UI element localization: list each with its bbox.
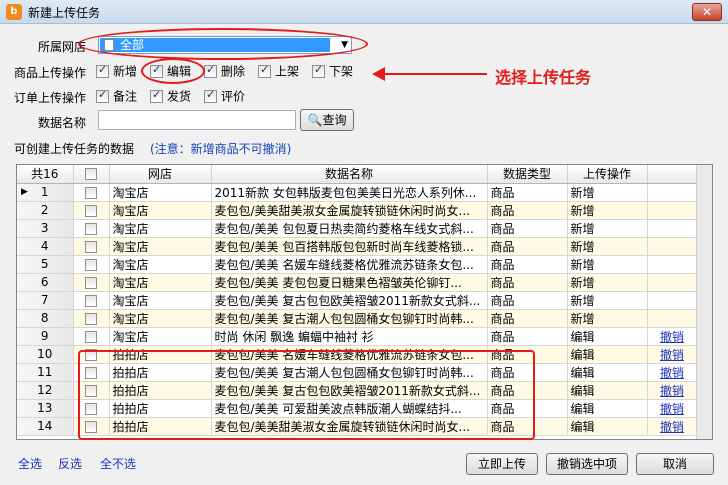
- table-row[interactable]: 2 淘宝店 麦包包/美美甜美淑女金属旋转锁链休闲时尚女... 商品 新增: [17, 201, 698, 220]
- checkbox-ship[interactable]: ✓ 发货: [150, 88, 191, 104]
- check-icon: ✓: [260, 63, 270, 76]
- query-button[interactable]: 🔍查询: [300, 109, 354, 131]
- revoke-link[interactable]: 撤销: [660, 330, 684, 344]
- check-icon: ✓: [314, 63, 324, 76]
- table-row[interactable]: ▶ 1 淘宝店 2011新款 女包韩版麦包包美美日光恋人系列休... 商品 新增: [17, 183, 698, 202]
- highlight-oval-store: [78, 28, 368, 60]
- revoke-link[interactable]: 撤销: [660, 402, 684, 416]
- row-checkbox[interactable]: [85, 330, 97, 343]
- table-row[interactable]: 9 淘宝店 时尚 休闲 飘逸 蝙蝠中袖衬 衫 商品 编辑 撤销: [17, 327, 698, 346]
- check-icon: ✓: [206, 88, 216, 101]
- current-row-icon: ▶: [21, 186, 28, 197]
- row-checkbox[interactable]: [85, 294, 97, 307]
- data-section-label: 可创建上传任务的数据: [14, 142, 135, 156]
- table-row[interactable]: 4 淘宝店 麦包包/美美 包百搭韩版包包新时尚车线菱格锁... 商品 新增: [17, 237, 698, 256]
- vertical-scrollbar[interactable]: [696, 165, 712, 439]
- search-icon: 🔍: [307, 113, 323, 127]
- select-none-link[interactable]: 全不选: [100, 455, 136, 472]
- cancel-button[interactable]: 取消: [636, 453, 714, 475]
- col-header-count: 共16: [17, 165, 74, 184]
- select-all-checkbox[interactable]: [85, 168, 97, 181]
- annotation-arrow-line: [383, 73, 487, 75]
- check-icon: ✓: [98, 63, 108, 76]
- order-ops-label: 订单上传操作: [14, 91, 87, 105]
- table-row[interactable]: 7 淘宝店 麦包包/美美 复古包包欧美褶皱2011新款女式斜... 商品 新增: [17, 291, 698, 310]
- col-header-upload-op[interactable]: 上传操作: [567, 165, 648, 184]
- check-icon: ✓: [98, 88, 108, 101]
- revoke-selected-button[interactable]: 撤销选中项: [546, 453, 628, 475]
- row-checkbox[interactable]: [85, 222, 97, 235]
- revoke-link[interactable]: 撤销: [660, 420, 684, 434]
- row-checkbox[interactable]: [85, 240, 97, 253]
- window-title: 新建上传任务: [28, 6, 101, 20]
- revoke-link[interactable]: 撤销: [660, 348, 684, 362]
- table-row[interactable]: 5 淘宝店 麦包包/美美 名媛车缝线菱格优雅流苏链条女包... 商品 新增: [17, 255, 698, 274]
- data-section-notice: (注意：新增商品不可撤消): [150, 142, 292, 156]
- data-name-input[interactable]: [98, 110, 296, 130]
- revoke-link[interactable]: 撤销: [660, 384, 684, 398]
- row-checkbox[interactable]: [85, 258, 97, 271]
- checkbox-add[interactable]: ✓ 新增: [96, 63, 137, 79]
- revoke-link[interactable]: 撤销: [660, 366, 684, 380]
- highlight-oval-edit: [141, 58, 205, 84]
- highlight-rect-paipai-rows: [78, 350, 535, 440]
- row-checkbox[interactable]: [85, 186, 97, 199]
- col-header-select[interactable]: [73, 165, 110, 184]
- checkbox-remark[interactable]: ✓ 备注: [96, 88, 137, 104]
- select-all-link[interactable]: 全选: [18, 455, 42, 472]
- row-checkbox[interactable]: [85, 276, 97, 289]
- invert-selection-link[interactable]: 反选: [58, 455, 82, 472]
- checkbox-list[interactable]: ✓ 上架: [258, 63, 299, 79]
- title-bar: b 新建上传任务 ✕: [0, 0, 728, 24]
- close-button[interactable]: ✕: [692, 3, 722, 21]
- col-header-data-name[interactable]: 数据名称: [211, 165, 488, 184]
- checkbox-delist[interactable]: ✓ 下架: [312, 63, 353, 79]
- row-checkbox[interactable]: [85, 312, 97, 325]
- table-row[interactable]: 3 淘宝店 麦包包/美美 包包夏日热卖简约菱格车线女式斜... 商品 新增: [17, 219, 698, 238]
- table-row[interactable]: 6 淘宝店 麦包包/美美 麦包包夏日糖果色褶皱英伦铆钉... 商品 新增: [17, 273, 698, 292]
- checkbox-review[interactable]: ✓ 评价: [204, 88, 245, 104]
- table-row[interactable]: 8 淘宝店 麦包包/美美 复古潮人包包圆桶女包铆钉时尚韩... 商品 新增: [17, 309, 698, 328]
- check-icon: ✓: [206, 63, 216, 76]
- col-header-data-type[interactable]: 数据类型: [487, 165, 568, 184]
- checkbox-delete[interactable]: ✓ 删除: [204, 63, 245, 79]
- annotation-text: 选择上传任务: [495, 68, 592, 87]
- data-name-label: 数据名称: [38, 116, 87, 130]
- upload-now-button[interactable]: 立即上传: [466, 453, 538, 475]
- product-ops-label: 商品上传操作: [14, 66, 87, 80]
- col-header-store[interactable]: 网店: [109, 165, 212, 184]
- check-icon: ✓: [152, 88, 162, 101]
- app-icon: b: [6, 4, 22, 20]
- row-checkbox[interactable]: [85, 204, 97, 217]
